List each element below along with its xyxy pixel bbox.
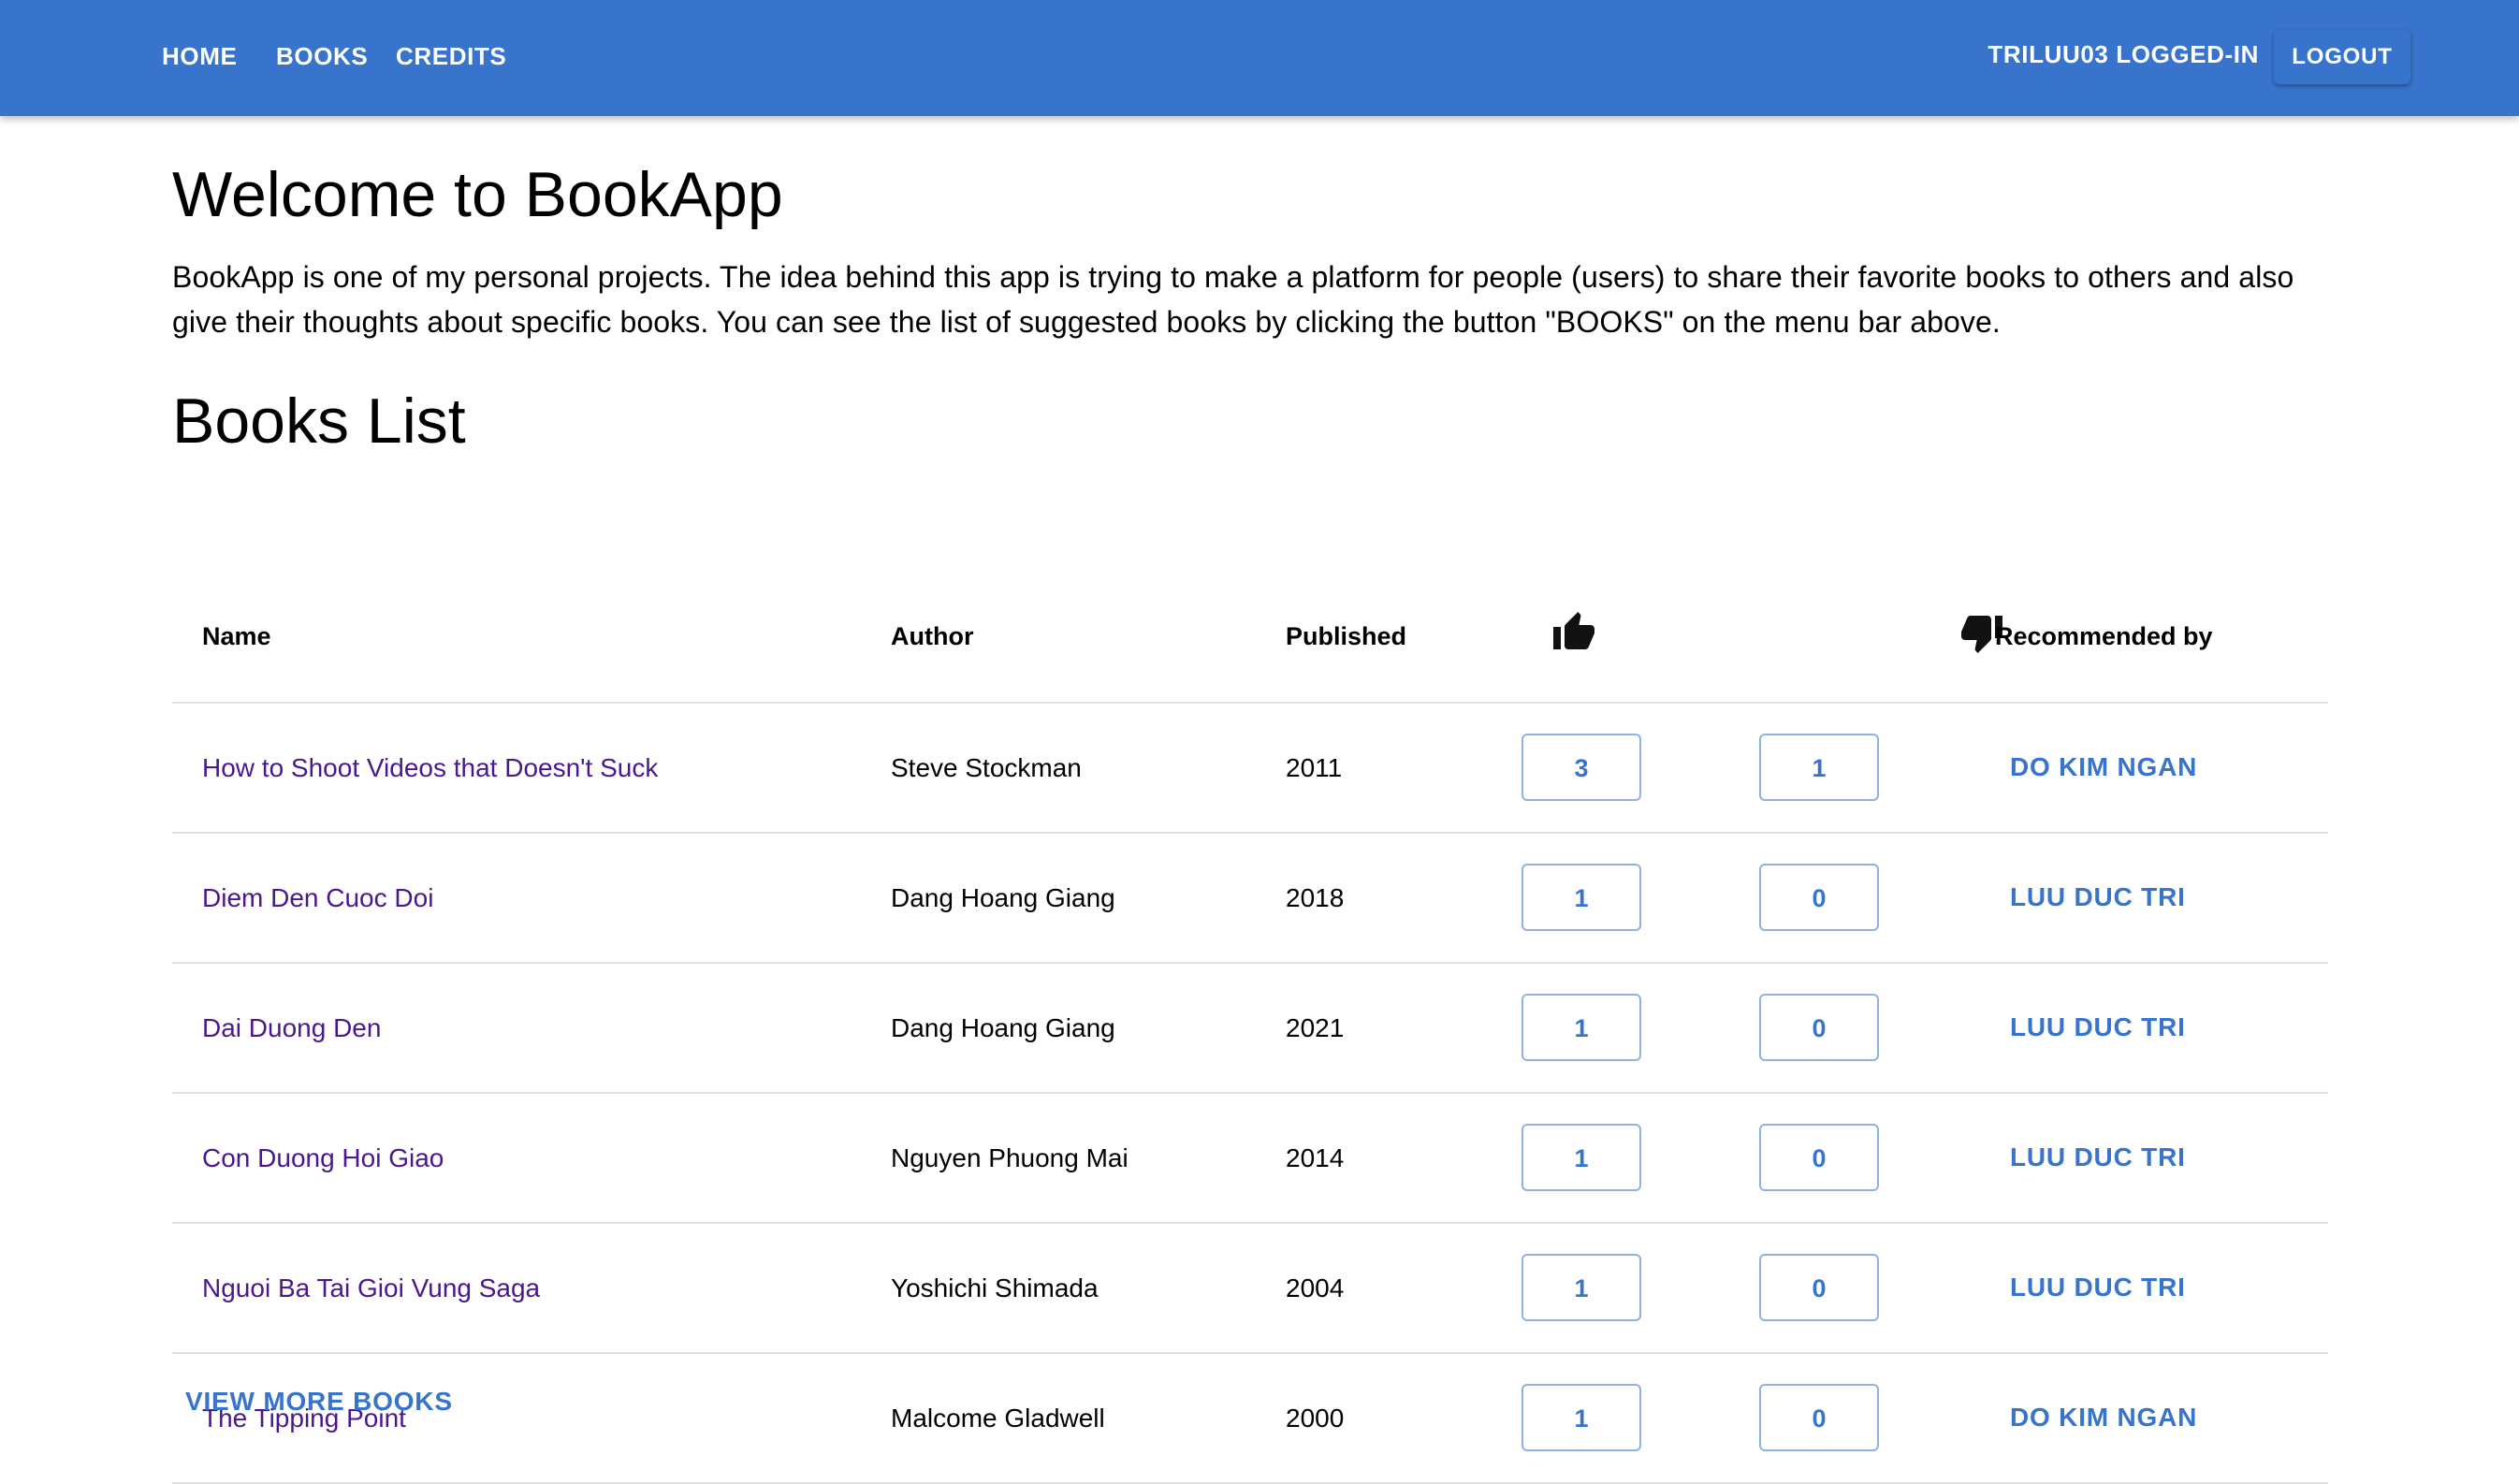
recommender-button[interactable]: LUU DUC TRI	[1995, 1124, 2201, 1191]
table-row: How to Shoot Videos that Doesn't Suck St…	[172, 704, 2328, 834]
like-count-button[interactable]: 1	[1522, 1384, 1641, 1451]
like-count-button[interactable]: 1	[1522, 1124, 1641, 1191]
dislike-count-button[interactable]: 0	[1759, 1384, 1879, 1451]
nav-home-link[interactable]: HOME	[162, 39, 237, 73]
book-published: 2000	[1286, 1404, 1345, 1433]
recommender-button[interactable]: DO KIM NGAN	[1995, 734, 2212, 801]
header-name: Name	[202, 622, 271, 650]
books-table: Name Author Published Recommended by How…	[172, 569, 2328, 1484]
dislike-count-button[interactable]: 0	[1759, 994, 1879, 1061]
book-author: Nguyen Phuong Mai	[891, 1143, 1128, 1172]
book-author: Steve Stockman	[891, 753, 1082, 782]
dislike-count-button[interactable]: 0	[1759, 864, 1879, 931]
recommender-button[interactable]: DO KIM NGAN	[1995, 1384, 2212, 1451]
intro-paragraph: BookApp is one of my personal projects. …	[172, 260, 2294, 339]
book-title-link[interactable]: Dai Duong Den	[202, 964, 381, 1092]
like-count-button[interactable]: 3	[1522, 734, 1641, 801]
table-row: Con Duong Hoi Giao Nguyen Phuong Mai 201…	[172, 1094, 2328, 1224]
recommender-button[interactable]: LUU DUC TRI	[1995, 1254, 2201, 1321]
like-count-button[interactable]: 1	[1522, 864, 1641, 931]
thumb-up-icon	[1553, 612, 1594, 649]
like-count-button[interactable]: 1	[1522, 994, 1641, 1061]
book-published: 2018	[1286, 883, 1345, 912]
app-bar: HOME BOOKS CREDITS TRILUU03 LOGGED-IN LO…	[0, 0, 2519, 116]
header-recommended-by: Recommended by	[1995, 622, 2213, 650]
table-row: Nguoi Ba Tai Gioi Vung Saga Yoshichi Shi…	[172, 1224, 2328, 1354]
user-status: TRILUU03 LOGGED-IN	[1988, 40, 2259, 68]
welcome-title: Welcome to BookApp	[172, 159, 783, 230]
book-author: Malcome Gladwell	[891, 1404, 1105, 1433]
dislike-count-button[interactable]: 1	[1759, 734, 1879, 801]
table-row: Dai Duong Den Dang Hoang Giang 2021 1 0 …	[172, 964, 2328, 1094]
recommender-button[interactable]: LUU DUC TRI	[1995, 864, 2201, 931]
nav-books-link[interactable]: BOOKS	[276, 39, 368, 73]
table-row: Diem Den Cuoc Doi Dang Hoang Giang 2018 …	[172, 834, 2328, 964]
recommender-button[interactable]: LUU DUC TRI	[1995, 994, 2201, 1061]
book-published: 2021	[1286, 1013, 1345, 1042]
dislike-count-button[interactable]: 0	[1759, 1254, 1879, 1321]
like-count-button[interactable]: 1	[1522, 1254, 1641, 1321]
table-header: Name Author Published Recommended by	[172, 569, 2328, 704]
book-title-link[interactable]: Diem Den Cuoc Doi	[202, 834, 433, 962]
book-title-link[interactable]: Con Duong Hoi Giao	[202, 1094, 444, 1222]
book-published: 2014	[1286, 1143, 1345, 1172]
header-published: Published	[1286, 622, 1407, 650]
book-author: Yoshichi Shimada	[891, 1273, 1099, 1302]
books-list-title: Books List	[172, 386, 466, 457]
header-author: Author	[891, 622, 974, 650]
table-row: The Tipping Point Malcome Gladwell 2000 …	[172, 1354, 2328, 1484]
book-title-link[interactable]: How to Shoot Videos that Doesn't Suck	[202, 704, 658, 832]
book-published: 2004	[1286, 1273, 1345, 1302]
dislike-count-button[interactable]: 0	[1759, 1124, 1879, 1191]
view-more-books-button[interactable]: VIEW MORE BOOKS	[185, 1381, 453, 1422]
logout-button[interactable]: LOGOUT	[2274, 30, 2410, 84]
nav-credits-link[interactable]: CREDITS	[396, 39, 506, 73]
book-title-link[interactable]: Nguoi Ba Tai Gioi Vung Saga	[202, 1224, 540, 1352]
book-author: Dang Hoang Giang	[891, 883, 1115, 912]
book-author: Dang Hoang Giang	[891, 1013, 1115, 1042]
book-published: 2011	[1286, 753, 1343, 782]
